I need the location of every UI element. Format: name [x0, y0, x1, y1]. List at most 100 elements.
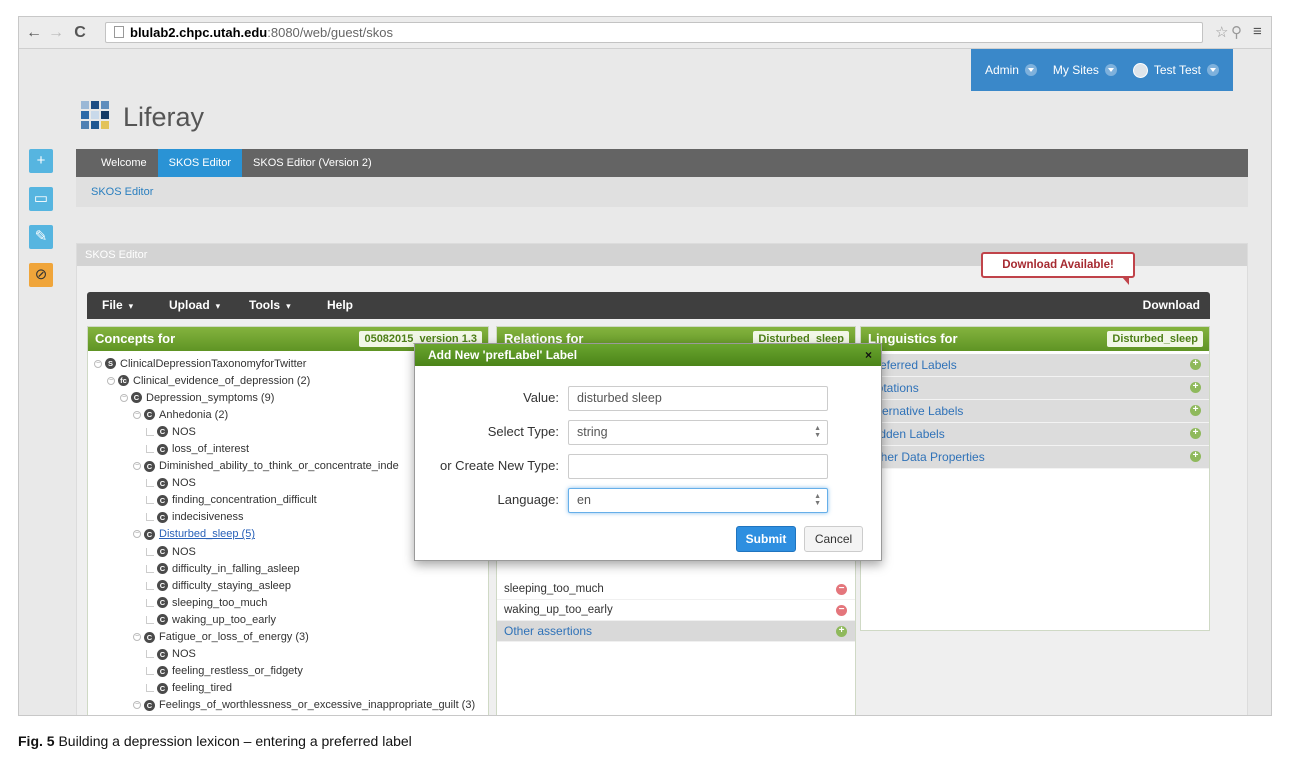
language-dropdown[interactable]: en ▲ ▼ — [568, 488, 828, 513]
add-icon[interactable]: + — [1190, 451, 1201, 462]
my-sites-menu[interactable]: My Sites — [1053, 63, 1117, 77]
tree-node-label[interactable]: feeling_restless_or_fidgety — [172, 665, 303, 677]
tree-line-icon — [146, 615, 154, 624]
user-menu[interactable]: Test Test — [1132, 62, 1220, 78]
collapse-toggle-icon[interactable]: − — [133, 701, 141, 710]
collapse-toggle-icon[interactable]: − — [133, 410, 141, 419]
add-icon[interactable]: + — [1190, 359, 1201, 370]
tab-welcome[interactable]: Welcome — [90, 149, 158, 177]
tree-node-label[interactable]: NOS — [172, 648, 196, 660]
add-icon[interactable]: + — [1190, 405, 1201, 416]
alternative-labels-row[interactable]: Alternative Labels + — [861, 400, 1209, 423]
relation-row[interactable]: sleeping_too_much − — [497, 579, 855, 600]
zoom-icon[interactable]: ⚲ — [1231, 23, 1242, 41]
collapse-toggle-icon[interactable]: − — [133, 530, 141, 539]
address-bar[interactable]: blulab2.chpc.utah.edu:8080/web/guest/sko… — [105, 22, 1203, 43]
other-assertions-section[interactable]: Other assertions + — [497, 621, 855, 642]
tree-node-label[interactable]: NOS — [172, 426, 196, 438]
add-icon[interactable]: + — [1190, 382, 1201, 393]
collapse-toggle-icon[interactable]: − — [133, 633, 141, 642]
tree-node-label[interactable]: waking_up_too_early — [172, 614, 276, 626]
download-available-tooltip: Download Available! — [981, 252, 1135, 285]
tree-node-label[interactable]: loss_of_interest — [172, 443, 249, 455]
tree-line-icon — [146, 581, 154, 590]
tree-node[interactable]: Cfeeling_restless_or_fidgety — [88, 663, 488, 680]
language-row: Language: en ▲ ▼ — [415, 488, 881, 513]
value-input[interactable]: disturbed sleep — [568, 386, 828, 411]
tree-node-label[interactable]: sleeping_too_much — [172, 597, 267, 609]
collapse-toggle-icon[interactable]: − — [107, 376, 115, 385]
edit-icon[interactable]: ✎ — [29, 225, 53, 249]
breadcrumb-link[interactable]: SKOS Editor — [91, 186, 153, 198]
tree-node-label[interactable]: ClinicalDepressionTaxonomyforTwitter — [120, 358, 306, 370]
collapse-toggle-icon[interactable]: − — [133, 462, 141, 471]
tree-node-label[interactable]: Disturbed_sleep (5) — [159, 528, 255, 540]
menu-icon[interactable]: ≡ — [1253, 23, 1262, 40]
select-arrows-icon: ▲ ▼ — [814, 425, 821, 439]
tree-node-label[interactable]: NOS — [172, 477, 196, 489]
tree-line-icon — [146, 547, 154, 556]
tree-node-label[interactable]: indecisiveness — [172, 511, 244, 523]
submit-button[interactable]: Submit — [736, 526, 796, 552]
hidden-labels-row[interactable]: Hidden Labels + — [861, 423, 1209, 446]
tree-node[interactable]: − C Feelings_of_worthlessness_or_excessive… — [88, 697, 488, 714]
tree-node[interactable]: Cdifficulty_in_falling_asleep — [88, 560, 488, 577]
tree-node[interactable]: Cwaking_up_too_early — [88, 611, 488, 628]
relation-row[interactable]: waking_up_too_early − — [497, 600, 855, 621]
download-button[interactable]: Download — [1143, 292, 1200, 319]
site-logo[interactable]: Liferay — [81, 101, 204, 133]
close-icon[interactable]: × — [865, 344, 872, 366]
tree-node-label[interactable]: Diminished_ability_to_think_or_concentra… — [159, 460, 399, 472]
collapse-toggle-icon[interactable]: − — [120, 393, 128, 402]
value-row: Value: disturbed sleep — [415, 386, 881, 411]
notations-row[interactable]: Notations + — [861, 377, 1209, 400]
tree-node-label[interactable]: difficulty_in_falling_asleep — [172, 563, 300, 575]
tree-node-label[interactable]: Fatigue_or_loss_of_energy (3) — [159, 631, 309, 643]
tree-node[interactable]: Cdifficulty_staying_asleep — [88, 577, 488, 594]
upload-menu[interactable]: Upload ▾ — [169, 292, 220, 320]
select-type-dropdown[interactable]: string ▲ ▼ — [568, 420, 828, 445]
tree-node[interactable]: Cfeeling_tired — [88, 680, 488, 697]
select-type-row: Select Type: string ▲ ▼ — [415, 420, 881, 445]
reload-icon[interactable]: C — [71, 23, 89, 43]
tree-node-label[interactable]: finding_concentration_difficult — [172, 494, 317, 506]
tab-skos-editor[interactable]: SKOS Editor — [157, 149, 243, 177]
add-icon[interactable]: + — [836, 626, 847, 637]
remove-icon[interactable]: − — [836, 584, 847, 595]
tree-node-label[interactable]: Clinical_evidence_of_depression (2) — [133, 375, 310, 387]
tree-node[interactable]: − C Fatigue_or_loss_of_energy (3) — [88, 629, 488, 646]
preferred-labels-row[interactable]: Preferred Labels + — [861, 354, 1209, 377]
star-icon[interactable]: ☆ — [1215, 23, 1228, 41]
tree-node[interactable]: C NOS — [88, 646, 488, 663]
tab-skos-editor-v2[interactable]: SKOS Editor (Version 2) — [242, 149, 383, 177]
tree-node[interactable]: Csleeping_too_much — [88, 594, 488, 611]
figure-frame: ← → C blulab2.chpc.utah.edu:8080/web/gue… — [18, 16, 1272, 716]
concept-type-icon: fc — [118, 375, 129, 387]
tools-menu[interactable]: Tools ▾ — [249, 292, 291, 320]
collapse-toggle-icon[interactable]: − — [94, 359, 102, 368]
linguistics-concept-badge[interactable]: Disturbed_sleep — [1107, 331, 1203, 347]
admin-menu[interactable]: Admin — [985, 63, 1037, 77]
back-arrow-icon[interactable]: ← — [25, 23, 43, 43]
remove-icon[interactable]: − — [836, 605, 847, 616]
cancel-button[interactable]: Cancel — [804, 526, 863, 552]
tree-node-label[interactable]: NOS — [172, 546, 196, 558]
tree-node-label[interactable]: difficulty_staying_asleep — [172, 580, 291, 592]
new-type-input[interactable] — [568, 454, 828, 479]
hide-eye-icon[interactable]: ⊘ — [29, 263, 53, 287]
forward-arrow-icon[interactable]: → — [47, 23, 65, 43]
tree-node-label[interactable]: Feelings_of_worthlessness_or_excessive_i… — [159, 699, 475, 711]
file-menu[interactable]: File ▾ — [102, 292, 133, 320]
other-data-properties-row[interactable]: Other Data Properties + — [861, 446, 1209, 469]
monitor-icon[interactable]: ▭ — [29, 187, 53, 211]
add-icon[interactable]: + — [1190, 428, 1201, 439]
file-label: File — [102, 298, 123, 312]
tree-node-label[interactable]: Anhedonia (2) — [159, 409, 228, 421]
tree-node-label[interactable]: Depression_symptoms (9) — [146, 392, 274, 404]
add-icon[interactable]: + — [29, 149, 53, 173]
row-label: Other Data Properties — [868, 450, 985, 464]
select-type-value: string — [577, 425, 608, 439]
concept-type-icon: C — [157, 665, 168, 677]
tree-node-label[interactable]: feeling_tired — [172, 682, 232, 694]
help-menu[interactable]: Help — [327, 292, 353, 319]
